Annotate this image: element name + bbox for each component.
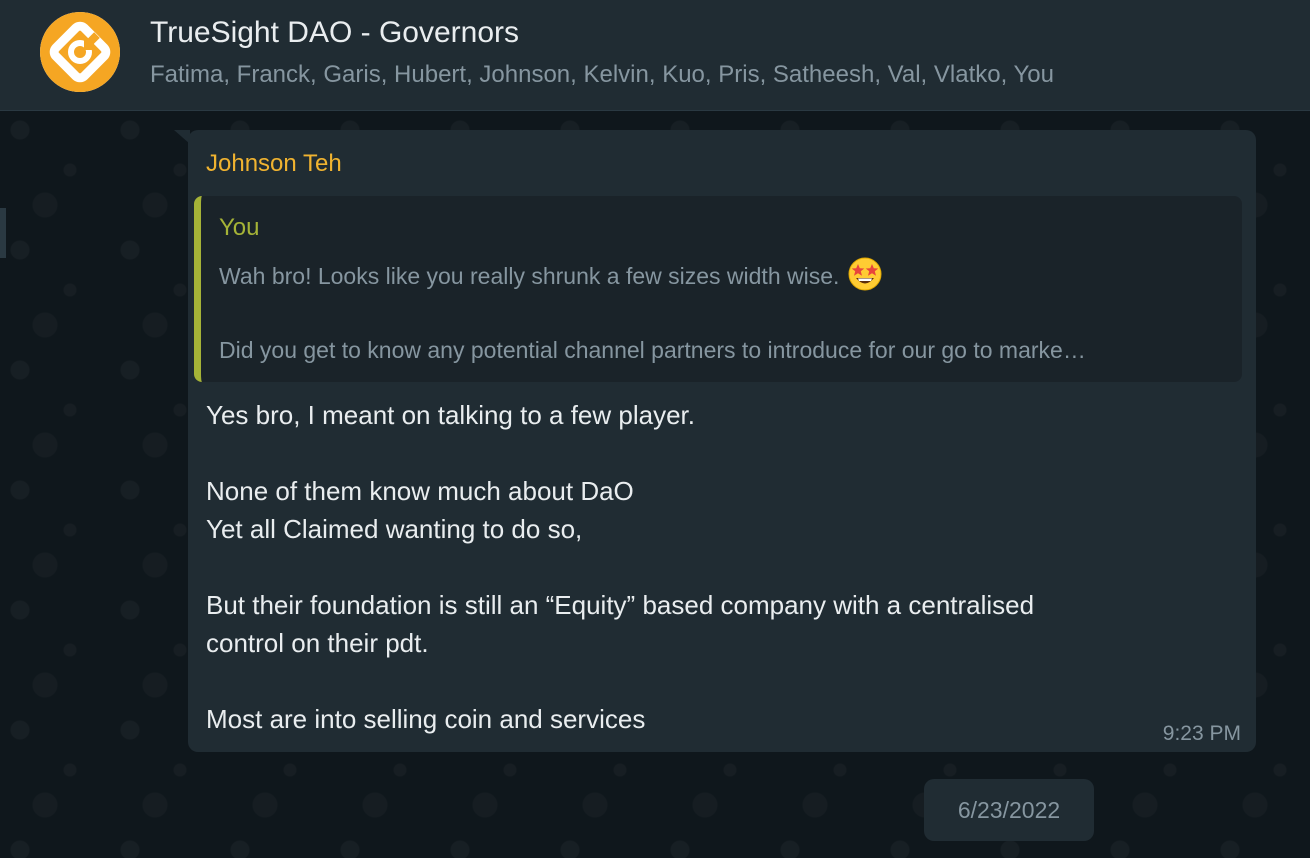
message-text: But their foundation is still an “Equity… bbox=[206, 590, 1035, 620]
date-separator: 6/23/2022 bbox=[924, 779, 1094, 841]
message-bubble[interactable]: Johnson Teh You Wah bro! Looks like you … bbox=[188, 130, 1256, 752]
pane-resize-handle[interactable] bbox=[0, 208, 6, 258]
quoted-text: Did you get to know any potential channe… bbox=[219, 337, 1086, 363]
chat-title: TrueSight DAO - Governors bbox=[150, 16, 520, 49]
message-text: None of them know much about DaO bbox=[206, 476, 634, 506]
message-timestamp: 9:23 PM bbox=[1162, 722, 1241, 745]
chat-window: TrueSight DAO - Governors Fatima, Franck… bbox=[0, 0, 1310, 858]
quoted-text: Wah bro! Looks like you really shrunk a … bbox=[219, 263, 840, 289]
truesight-logo-icon bbox=[40, 12, 120, 92]
message-text: Most are into selling coin and services bbox=[206, 704, 646, 734]
member-list: Fatima, Franck, Garis, Hubert, Johnson, … bbox=[150, 61, 1054, 88]
message-text: Yet all Claimed wanting to do so, bbox=[206, 514, 583, 544]
group-avatar[interactable] bbox=[40, 12, 120, 92]
quoted-author: You bbox=[219, 214, 260, 241]
sender-name[interactable]: Johnson Teh bbox=[206, 150, 342, 178]
quoted-message[interactable]: You Wah bro! Looks like you really shrun… bbox=[194, 196, 1242, 382]
message-text: Yes bro, I meant on talking to a few pla… bbox=[206, 400, 695, 430]
quoted-text-line: Wah bro! Looks like you really shrunk a … bbox=[219, 256, 883, 292]
star-struck-emoji-icon bbox=[848, 257, 882, 291]
chat-header[interactable]: TrueSight DAO - Governors Fatima, Franck… bbox=[0, 0, 1310, 111]
message-text: control on their pdt. bbox=[206, 628, 429, 658]
